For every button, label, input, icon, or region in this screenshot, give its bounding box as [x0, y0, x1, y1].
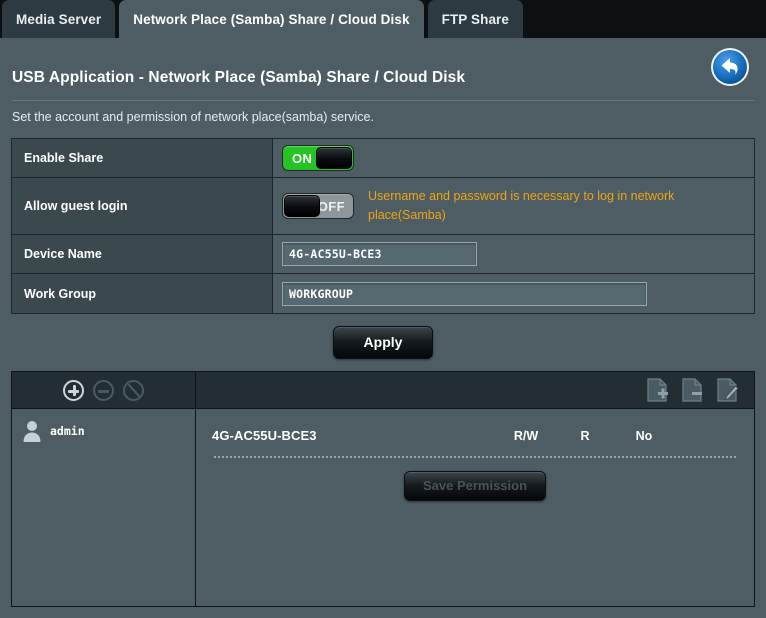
remove-user-icon[interactable]	[93, 379, 114, 401]
add-folder-icon[interactable]	[646, 378, 668, 402]
permission-header-rw: R/W	[513, 428, 539, 443]
apply-button-row: Apply	[0, 326, 766, 359]
save-permission-button[interactable]: Save Permission	[403, 471, 547, 501]
row-allow-guest-login: Allow guest login OFF Username and passw…	[12, 178, 754, 235]
folder-permission-list: 4G-AC55U-BCE3 R/W R No Save Permission	[196, 409, 754, 607]
tab-label: FTP Share	[441, 11, 510, 27]
user-avatar-icon	[23, 421, 41, 442]
settings-table: Enable Share ON Allow guest login OFF Us…	[11, 138, 755, 314]
page-bottom-frame	[0, 607, 766, 618]
add-user-icon[interactable]	[63, 379, 84, 401]
row-device-name: Device Name	[12, 235, 754, 274]
tab-media-server[interactable]: Media Server	[2, 0, 116, 38]
tab-ftp-share[interactable]: FTP Share	[427, 0, 524, 38]
tab-network-place-samba-share[interactable]: Network Place (Samba) Share / Cloud Disk	[119, 0, 424, 38]
folder-action-icons	[196, 372, 754, 408]
share-panel-body: admin 4G-AC55U-BCE3 R/W R No Save Permis…	[12, 409, 754, 607]
toggle-knob	[316, 147, 352, 169]
allow-guest-login-toggle[interactable]: OFF	[282, 193, 354, 219]
page-subtitle: Set the account and permission of networ…	[12, 110, 374, 124]
guest-login-warning-text: Username and password is necessary to lo…	[368, 188, 675, 222]
toggle-knob	[284, 195, 320, 217]
folder-list-divider	[214, 456, 736, 458]
edit-folder-icon[interactable]	[716, 378, 738, 402]
share-permission-panel: admin 4G-AC55U-BCE3 R/W R No Save Permis…	[11, 371, 755, 607]
tab-label: Network Place (Samba) Share / Cloud Disk	[133, 11, 410, 27]
row-work-group: Work Group	[12, 274, 754, 313]
user-action-icons	[12, 372, 196, 408]
device-name-label: Device Name	[12, 235, 273, 273]
apply-button[interactable]: Apply	[332, 326, 434, 359]
row-enable-share: Enable Share ON	[12, 139, 754, 178]
usb-application-page: Media Server Network Place (Samba) Share…	[0, 0, 766, 618]
page-header: USB Application - Network Place (Samba) …	[0, 38, 766, 134]
allow-guest-login-label: Allow guest login	[12, 178, 273, 234]
enable-share-toggle[interactable]: ON	[282, 145, 354, 171]
permission-header-r: R	[580, 428, 590, 443]
toggle-state-label: ON	[292, 150, 313, 166]
permission-header-no: No	[635, 428, 653, 443]
work-group-input[interactable]	[282, 281, 647, 306]
page-title: USB Application - Network Place (Samba) …	[12, 69, 466, 86]
share-panel-toolbar	[12, 372, 754, 409]
tab-label: Media Server	[16, 11, 102, 27]
edit-user-icon[interactable]	[123, 379, 144, 401]
table-row: 4G-AC55U-BCE3 R/W R No	[212, 417, 738, 454]
device-name-input[interactable]	[282, 242, 477, 266]
tab-bar: Media Server Network Place (Samba) Share…	[0, 0, 766, 38]
work-group-label: Work Group	[12, 274, 273, 313]
toggle-state-label: OFF	[317, 198, 345, 214]
remove-folder-icon[interactable]	[681, 378, 703, 402]
enable-share-label: Enable Share	[12, 139, 273, 177]
list-item[interactable]: admin	[12, 418, 195, 444]
user-name-label: admin	[50, 424, 85, 438]
user-list: admin	[12, 409, 196, 607]
folder-name-label: 4G-AC55U-BCE3	[212, 428, 317, 443]
header-divider	[12, 100, 754, 101]
save-permission-row: Save Permission	[212, 471, 738, 501]
back-arrow-icon[interactable]	[710, 47, 750, 87]
